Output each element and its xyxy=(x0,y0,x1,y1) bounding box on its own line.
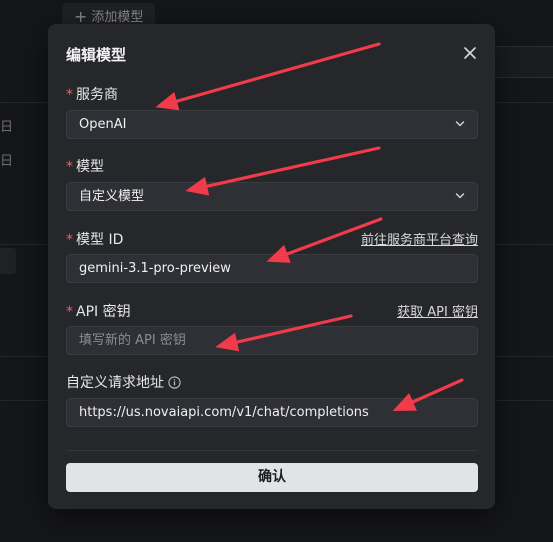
api-key-input[interactable] xyxy=(79,327,465,354)
get-api-key-link[interactable]: 获取 API 密钥 xyxy=(397,301,478,320)
background-stub-text: 日 xyxy=(0,154,14,169)
custom-url-input-wrapper xyxy=(66,398,478,427)
confirm-button[interactable]: 确认 xyxy=(66,463,478,492)
custom-url-input[interactable] xyxy=(79,399,465,426)
custom-url-label-text: 自定义请求地址 xyxy=(66,375,164,391)
close-button[interactable] xyxy=(461,44,479,62)
model-label-text: 模型 xyxy=(76,159,104,175)
required-mark: * xyxy=(66,159,73,175)
background-selected-item xyxy=(0,248,16,274)
info-icon[interactable] xyxy=(168,376,181,389)
provider-select[interactable]: OpenAI xyxy=(66,110,478,139)
footer-divider xyxy=(66,450,478,451)
chevron-down-icon xyxy=(455,193,465,199)
model-id-label: * 模型 ID xyxy=(66,229,123,249)
provider-platform-link[interactable]: 前往服务商平台查询 xyxy=(361,229,478,248)
provider-value: OpenAI xyxy=(79,117,127,132)
required-mark: * xyxy=(66,304,73,320)
add-model-label: 添加模型 xyxy=(91,10,144,25)
model-select[interactable]: 自定义模型 xyxy=(66,182,478,211)
close-icon xyxy=(464,47,476,59)
required-mark: * xyxy=(66,87,73,103)
model-id-input[interactable] xyxy=(79,255,465,282)
background-stub-text: 日 xyxy=(0,120,14,135)
api-key-label-text: API 密钥 xyxy=(76,304,131,320)
model-id-input-wrapper xyxy=(66,254,478,283)
model-value: 自定义模型 xyxy=(79,189,145,204)
model-id-label-text: 模型 ID xyxy=(76,232,124,248)
dialog-title: 编辑模型 xyxy=(66,46,127,64)
background-row xyxy=(495,46,553,78)
provider-label: * 服务商 xyxy=(66,84,118,104)
edit-model-dialog: 编辑模型 * 服务商 OpenAI * 模型 自定义模型 * 模型 ID 前往服务商平… xyxy=(48,24,495,509)
chevron-down-icon xyxy=(455,121,465,127)
api-key-input-wrapper xyxy=(66,326,478,355)
provider-label-text: 服务商 xyxy=(76,87,118,103)
model-label: * 模型 xyxy=(66,156,104,176)
custom-url-label: 自定义请求地址 xyxy=(66,372,181,392)
required-mark: * xyxy=(66,232,73,248)
api-key-label: * API 密钥 xyxy=(66,301,131,321)
